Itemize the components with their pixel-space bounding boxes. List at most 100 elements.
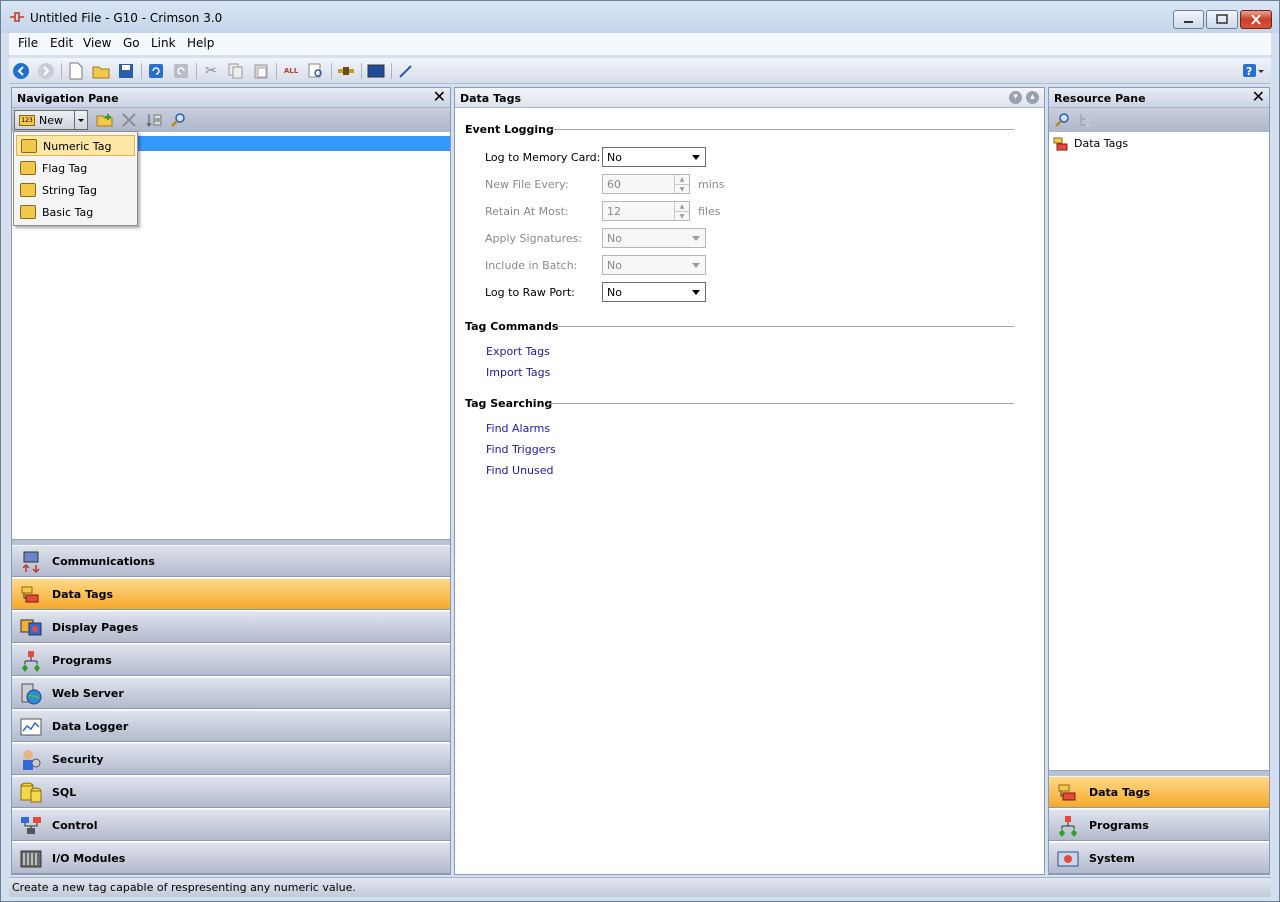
minimize-button[interactable] bbox=[1173, 10, 1204, 29]
menu-help[interactable]: Help bbox=[187, 36, 214, 50]
nav-category-io-modules[interactable]: I/O Modules bbox=[12, 842, 450, 874]
link-icon[interactable] bbox=[336, 61, 356, 81]
find-icon[interactable] bbox=[306, 61, 326, 81]
nav-category-display-pages[interactable]: Display Pages bbox=[12, 611, 450, 643]
new-file-every-input[interactable]: 60 ▲ ▼ bbox=[602, 174, 690, 194]
section-tag-commands: Tag Commands bbox=[465, 320, 559, 333]
import-tags-link[interactable]: Import Tags bbox=[486, 366, 550, 379]
nav-category-security[interactable]: Security bbox=[12, 743, 450, 775]
maximize-button[interactable] bbox=[1206, 10, 1238, 29]
center-pane-header: Data Tags ▾ ▴ bbox=[455, 88, 1044, 108]
nav-category-data-tags[interactable]: Data Tags bbox=[12, 578, 450, 610]
tree-view-icon[interactable] bbox=[1078, 112, 1092, 128]
save-icon[interactable] bbox=[116, 61, 136, 81]
menu-file[interactable]: File bbox=[18, 36, 38, 50]
menu-bar: File Edit View Go Link Help bbox=[9, 33, 1271, 55]
menu-view[interactable]: View bbox=[83, 36, 111, 50]
spin-down-icon[interactable]: ▼ bbox=[674, 184, 689, 193]
paste-icon[interactable] bbox=[251, 61, 271, 81]
programs-icon bbox=[20, 650, 42, 672]
collapse-all-icon[interactable]: ▾ bbox=[1009, 91, 1022, 104]
wand-icon[interactable] bbox=[396, 61, 416, 81]
add-folder-icon[interactable] bbox=[96, 112, 114, 128]
menu-go[interactable]: Go bbox=[123, 36, 140, 50]
back-icon[interactable] bbox=[11, 61, 31, 81]
include-in-batch-select[interactable]: No bbox=[602, 255, 706, 275]
nav-category-label: Control bbox=[52, 819, 98, 832]
sort-icon[interactable] bbox=[146, 112, 162, 128]
res-category-system[interactable]: System bbox=[1049, 842, 1269, 874]
expand-all-icon[interactable]: ▴ bbox=[1026, 91, 1039, 104]
copy-icon[interactable] bbox=[226, 61, 246, 81]
log-raw-port-select[interactable]: No bbox=[602, 282, 706, 302]
string-tag-icon bbox=[20, 183, 36, 197]
spin-up-icon[interactable]: ▲ bbox=[674, 175, 689, 184]
new-file-icon[interactable] bbox=[66, 61, 86, 81]
menu-item-flag-tag[interactable]: Flag Tag bbox=[16, 158, 135, 179]
close-resource-pane-icon[interactable]: ✕ bbox=[1252, 89, 1265, 105]
menu-item-string-tag[interactable]: String Tag bbox=[16, 180, 135, 201]
find-triggers-link[interactable]: Find Triggers bbox=[486, 443, 556, 456]
nav-category-data-logger[interactable]: Data Logger bbox=[12, 710, 450, 742]
chevron-down-icon bbox=[692, 155, 700, 160]
navigation-pane-title: Navigation Pane bbox=[17, 92, 119, 105]
find-alarms-link[interactable]: Find Alarms bbox=[486, 422, 550, 435]
new-tag-menu: Numeric Tag Flag Tag String Tag Basic Ta… bbox=[13, 131, 138, 226]
res-category-programs[interactable]: Programs bbox=[1049, 809, 1269, 841]
nav-category-label: Display Pages bbox=[52, 621, 139, 634]
resource-pane-header: Resource Pane ✕ bbox=[1049, 88, 1269, 108]
res-category-label: Data Tags bbox=[1089, 786, 1150, 799]
menu-edit[interactable]: Edit bbox=[50, 36, 73, 50]
cut-icon[interactable]: ✂ bbox=[201, 61, 221, 81]
retain-at-most-input[interactable]: 12 ▲ ▼ bbox=[602, 201, 690, 221]
new-file-every-label: New File Every: bbox=[485, 178, 569, 191]
menu-item-basic-tag[interactable]: Basic Tag bbox=[16, 202, 135, 223]
data-tags-icon bbox=[20, 584, 42, 606]
search-icon[interactable] bbox=[170, 112, 186, 128]
help-icon[interactable]: ? bbox=[1241, 61, 1265, 81]
export-tags-link[interactable]: Export Tags bbox=[486, 345, 550, 358]
res-category-data-tags[interactable]: Data Tags bbox=[1049, 776, 1269, 808]
apply-signatures-select[interactable]: No bbox=[602, 228, 706, 248]
log-memory-card-select[interactable]: No bbox=[602, 147, 706, 167]
nav-category-control[interactable]: Control bbox=[12, 809, 450, 841]
new-button[interactable]: 123 New bbox=[14, 110, 78, 130]
forward-icon[interactable] bbox=[36, 61, 56, 81]
log-raw-port-label: Log to Raw Port: bbox=[485, 286, 575, 299]
sql-icon bbox=[20, 782, 42, 804]
navigation-pane-toolbar: 123 New bbox=[12, 108, 450, 132]
delete-icon[interactable] bbox=[121, 112, 137, 128]
nav-category-programs[interactable]: Programs bbox=[12, 644, 450, 676]
display-icon[interactable] bbox=[366, 61, 386, 81]
menu-item-numeric-tag[interactable]: Numeric Tag bbox=[16, 135, 135, 156]
spin-up-icon[interactable]: ▲ bbox=[674, 202, 689, 211]
io-modules-icon bbox=[20, 848, 42, 870]
close-navigation-pane-icon[interactable]: ✕ bbox=[433, 89, 446, 105]
close-window-button[interactable] bbox=[1240, 10, 1272, 29]
undo-icon[interactable] bbox=[146, 61, 166, 81]
data-tags-icon bbox=[1053, 137, 1068, 151]
main-toolbar: ✂ ALL ? bbox=[9, 58, 1271, 84]
redo-icon[interactable] bbox=[171, 61, 191, 81]
nav-category-label: Data Logger bbox=[52, 720, 129, 733]
programs-icon bbox=[1057, 815, 1079, 837]
nav-category-sql[interactable]: SQL bbox=[12, 776, 450, 808]
open-folder-icon[interactable] bbox=[91, 61, 111, 81]
retain-at-most-value: 12 bbox=[607, 205, 621, 218]
include-in-batch-label: Include in Batch: bbox=[485, 259, 578, 272]
nav-category-communications[interactable]: Communications bbox=[12, 545, 450, 577]
menu-item-label: String Tag bbox=[42, 184, 97, 197]
flag-tag-icon bbox=[20, 161, 36, 175]
selected-tree-item[interactable] bbox=[138, 136, 450, 151]
resource-tree-item-data-tags[interactable]: Data Tags bbox=[1053, 136, 1233, 152]
nav-category-label: Web Server bbox=[52, 687, 124, 700]
translate-all-icon[interactable]: ALL bbox=[281, 61, 301, 81]
new-dropdown-arrow-icon[interactable] bbox=[74, 110, 88, 130]
find-unused-link[interactable]: Find Unused bbox=[486, 464, 554, 477]
app-window: Untitled File - G10 - Crimson 3.0 File E… bbox=[0, 0, 1280, 902]
nav-category-web-server[interactable]: Web Server bbox=[12, 677, 450, 709]
search-icon[interactable] bbox=[1054, 112, 1070, 128]
spin-down-icon[interactable]: ▼ bbox=[674, 211, 689, 220]
crimson-app-icon bbox=[10, 12, 24, 22]
menu-link[interactable]: Link bbox=[151, 36, 176, 50]
